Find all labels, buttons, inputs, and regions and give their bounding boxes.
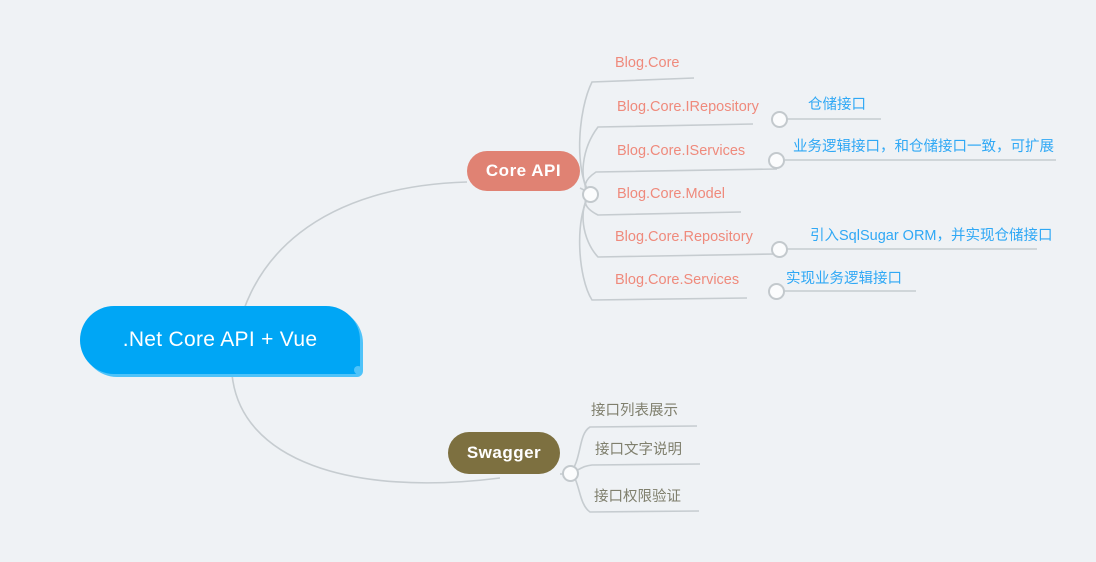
leaf-blog-core-irepository[interactable]: Blog.Core.IRepository (617, 98, 759, 116)
topic-node-swagger[interactable]: Swagger (448, 432, 560, 474)
connector-lines (231, 77, 1056, 513)
hub-swagger[interactable] (562, 465, 579, 482)
leaf-blog-core-model[interactable]: Blog.Core.Model (617, 185, 725, 203)
note-irepository[interactable]: 仓储接口 (808, 96, 866, 114)
topic-node-swagger-label: Swagger (466, 443, 542, 462)
hub-services-note[interactable] (768, 283, 785, 300)
note-services[interactable]: 实现业务逻辑接口 (786, 270, 902, 288)
leaf-swagger-api-description[interactable]: 接口文字说明 (595, 441, 682, 459)
leaf-blog-core-services[interactable]: Blog.Core.Services (615, 271, 739, 289)
mindmap-canvas: .Net Core API + Vue Core API Blog.Core B… (0, 0, 1096, 562)
topic-node-core-api-label: Core API (485, 161, 562, 180)
leaf-blog-core-repository[interactable]: Blog.Core.Repository (615, 228, 753, 246)
leaf-swagger-api-auth[interactable]: 接口权限验证 (594, 488, 681, 506)
hub-repository-note[interactable] (771, 241, 788, 258)
topic-node-core-api[interactable]: Core API (467, 151, 580, 191)
hub-irepository-note[interactable] (771, 111, 788, 128)
leaf-blog-core-iservices[interactable]: Blog.Core.IServices (617, 142, 745, 160)
hub-iservices-note[interactable] (768, 152, 785, 169)
leaf-swagger-api-list[interactable]: 接口列表展示 (591, 402, 678, 420)
note-iservices[interactable]: 业务逻辑接口，和仓储接口一致，可扩展 (793, 138, 1054, 156)
hub-core-api[interactable] (582, 186, 599, 203)
root-node[interactable]: .Net Core API + Vue (80, 306, 360, 374)
root-node-anchor-dot (354, 366, 362, 374)
note-repository[interactable]: 引入SqlSugar ORM，并实现仓储接口 (810, 227, 1053, 245)
leaf-blog-core[interactable]: Blog.Core (615, 54, 679, 72)
root-node-label: .Net Core API + Vue (122, 328, 318, 351)
